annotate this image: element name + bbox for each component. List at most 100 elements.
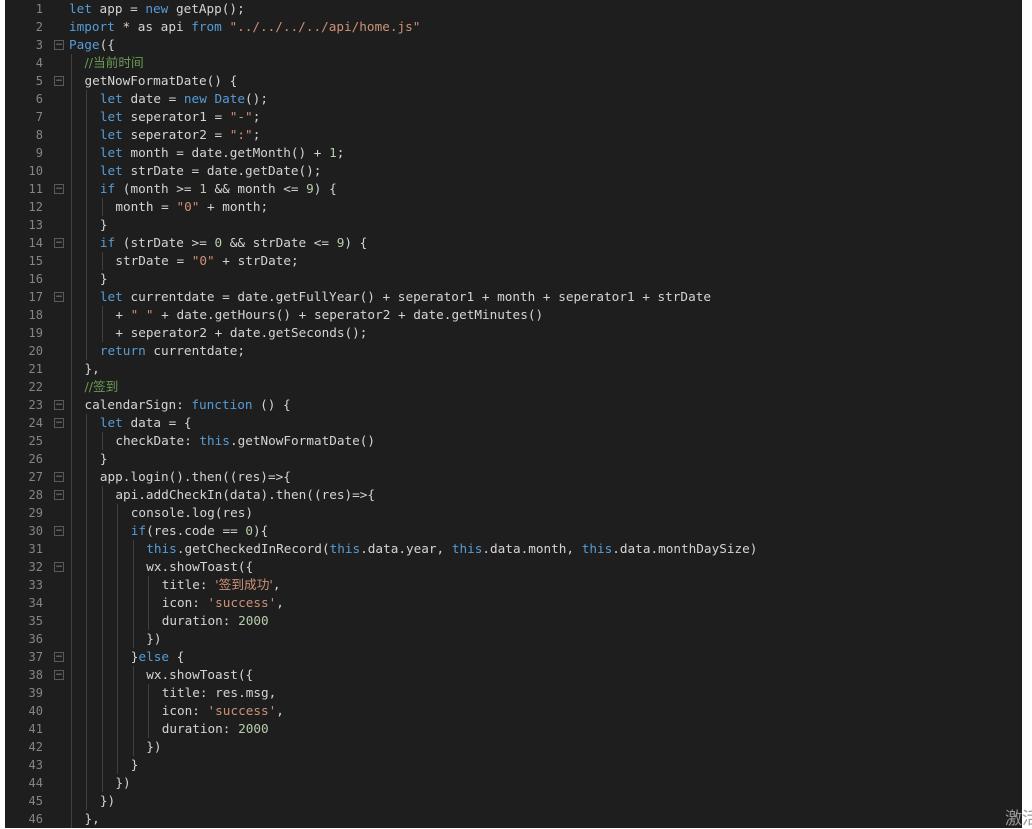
code-line[interactable]: 5 − getNowFormatDate() { [5, 72, 1022, 90]
code-line[interactable]: 32 − wx.showToast({ [5, 558, 1022, 576]
code-text: strDate = "0" + strDate; [115, 252, 298, 270]
code-line[interactable]: 46}, [5, 810, 1022, 828]
code-line[interactable]: 17 − let currentdate = date.getFullYear() … [5, 288, 1022, 306]
indent-guide [86, 270, 88, 288]
code-text: } [100, 216, 108, 234]
code-line[interactable]: 7 let seperator1 = "-"; [5, 108, 1022, 126]
code-line[interactable]: 29 console.log(res) [5, 504, 1022, 522]
indent-guide [101, 486, 103, 504]
code-line[interactable]: 45}) [5, 792, 1022, 810]
code-line[interactable]: 11 − if (month >= 1 && month <= 9) { [5, 180, 1022, 198]
indent-guide [117, 504, 119, 522]
code-token: }) [146, 631, 162, 646]
fold-toggle-icon[interactable]: − [54, 418, 64, 428]
code-line[interactable]: 23 − calendarSign: function () { [5, 396, 1022, 414]
code-editor[interactable]: 1 let app = new getApp(); 2 import * as api… [5, 0, 1022, 828]
code-line[interactable]: 1 let app = new getApp(); [5, 0, 1022, 18]
code-line[interactable]: 28 − api.addCheckIn(data).then((res)=>{ [5, 486, 1022, 504]
code-line[interactable]: 34 icon: 'success', [5, 594, 1022, 612]
indent-guide [86, 198, 88, 216]
code-line[interactable]: 14 − if (strDate >= 0 && strDate <= 9) { [5, 234, 1022, 252]
line-number: 3 [35, 38, 43, 52]
indent-guide [101, 702, 103, 720]
fold-toggle-icon[interactable]: − [54, 652, 64, 662]
code-token: app = [91, 1, 146, 16]
fold-toggle-icon[interactable]: − [54, 292, 64, 302]
code-line[interactable]: 21}, [5, 360, 1022, 378]
indent-guide [71, 378, 72, 396]
code-line[interactable]: 33 title: '签到成功', [5, 576, 1022, 594]
string-token: ":" [229, 127, 253, 142]
code-line[interactable]: 25 checkDate: this.getNowFormatDate() [5, 432, 1022, 450]
fold-toggle-icon[interactable]: − [54, 562, 64, 572]
fold-toggle-icon[interactable]: − [54, 238, 64, 248]
code-line[interactable]: 12 month = "0" + month; [5, 198, 1022, 216]
code-line[interactable]: 22 //签到 [5, 378, 1022, 396]
code-token: strDate = [115, 253, 192, 268]
indent-guide [71, 810, 72, 828]
code-text: wx.showToast({ [146, 666, 253, 684]
code-line[interactable]: 13} [5, 216, 1022, 234]
indent-guide [71, 576, 72, 594]
code-line[interactable]: 16} [5, 270, 1022, 288]
indent-guide [101, 522, 103, 540]
number-token: 1 [199, 181, 207, 196]
code-line[interactable]: 40 icon: 'success', [5, 702, 1022, 720]
code-token: .getCheckedInRecord( [176, 541, 330, 556]
code-line[interactable]: 43} [5, 756, 1022, 774]
code-line[interactable]: 30 − if(res.code == 0){ [5, 522, 1022, 540]
indent-guide [71, 432, 72, 450]
fold-toggle-icon[interactable]: − [54, 76, 64, 86]
indent-guide [86, 666, 88, 684]
code-line[interactable]: 6 let date = new Date(); [5, 90, 1022, 108]
code-line[interactable]: 20 return currentdate; [5, 342, 1022, 360]
indent-guide [86, 162, 88, 180]
indent-guide [71, 738, 72, 756]
code-line[interactable]: 3 − Page({ [5, 36, 1022, 54]
fold-toggle-icon[interactable]: − [54, 472, 64, 482]
code-line[interactable]: 9 let month = date.getMonth() + 1; [5, 144, 1022, 162]
code-token: }) [99, 793, 116, 808]
indent-guide [132, 702, 134, 720]
line-number: 29 [28, 506, 43, 520]
code-line[interactable]: 26} [5, 450, 1022, 468]
code-line[interactable]: 37 −}else { [5, 648, 1022, 666]
fold-toggle-icon[interactable]: − [54, 400, 64, 410]
keyword-token: this [146, 541, 177, 556]
code-line[interactable]: 44}) [5, 774, 1022, 792]
indent-guide [86, 216, 88, 234]
code-token: .data.monthDaySize) [612, 541, 758, 556]
code-line[interactable]: 27 − app.login().then((res)=>{ [5, 468, 1022, 486]
code-line[interactable]: 10 let strDate = date.getDate(); [5, 162, 1022, 180]
code-token: { [169, 649, 185, 664]
code-line[interactable]: 4 //当前时间 [5, 54, 1022, 72]
indent-guide [101, 540, 103, 558]
code-line[interactable]: 2 import * as api from "../../../../api/h… [5, 18, 1022, 36]
code-line[interactable]: 42}) [5, 738, 1022, 756]
code-text: }) [100, 792, 115, 810]
code-line[interactable]: 39 title: res.msg, [5, 684, 1022, 702]
indent-guide [86, 306, 88, 324]
code-token: calendarSign: [84, 397, 192, 412]
fold-toggle-icon[interactable]: − [54, 670, 64, 680]
code-line[interactable]: 36}) [5, 630, 1022, 648]
code-line[interactable]: 31 this.getCheckedInRecord(this.data.year… [5, 540, 1022, 558]
string-token: 'success' [207, 595, 277, 610]
code-line[interactable]: 8 let seperator2 = ":"; [5, 126, 1022, 144]
fold-toggle-icon[interactable]: − [54, 40, 64, 50]
indent-guide [71, 720, 72, 738]
fold-toggle-icon[interactable]: − [54, 526, 64, 536]
code-line[interactable]: 35 duration: 2000 [5, 612, 1022, 630]
code-line[interactable]: 18 + " " + date.getHours() + seperator2 +… [5, 306, 1022, 324]
code-line[interactable]: 15 strDate = "0" + strDate; [5, 252, 1022, 270]
fold-toggle-icon[interactable]: − [54, 184, 64, 194]
fold-toggle-icon[interactable]: − [54, 490, 64, 500]
indent-guide [101, 774, 103, 792]
code-line[interactable]: 19 + seperator2 + date.getSeconds(); [5, 324, 1022, 342]
indent-guide [101, 324, 103, 342]
code-line[interactable]: 41 duration: 2000 [5, 720, 1022, 738]
line-number: 45 [28, 794, 43, 808]
code-line[interactable]: 38 − wx.showToast({ [5, 666, 1022, 684]
code-line[interactable]: 24 − let data = { [5, 414, 1022, 432]
line-number: 22 [28, 380, 43, 394]
